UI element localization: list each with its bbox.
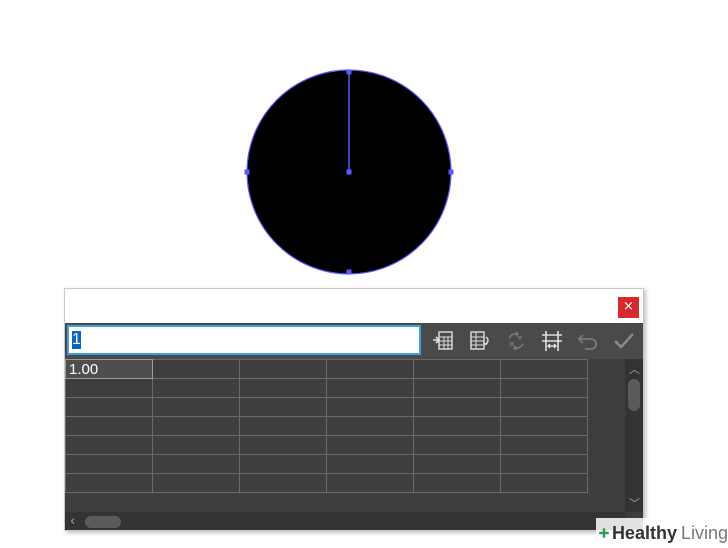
scroll-up-icon[interactable]: ︿ (629, 361, 640, 377)
grid-cell[interactable] (326, 378, 414, 398)
transpose-button[interactable] (466, 327, 494, 355)
table-row (65, 416, 588, 436)
grid-cell[interactable] (500, 397, 588, 417)
grid-cell[interactable] (152, 454, 240, 474)
grid-cell[interactable] (413, 359, 501, 379)
grid-cell[interactable] (500, 473, 588, 493)
grid-cell[interactable] (65, 454, 153, 474)
import-data-button[interactable] (429, 327, 457, 355)
dialog-toolbar (65, 323, 643, 359)
grid-cell[interactable] (413, 435, 501, 455)
table-row: 1.00 (65, 359, 588, 379)
switch-xy-icon (508, 331, 524, 351)
dialog-titlebar[interactable]: × (65, 289, 643, 323)
grid-cell[interactable] (152, 435, 240, 455)
grid-cell[interactable] (413, 454, 501, 474)
apply-button[interactable] (610, 327, 638, 355)
grid-cell[interactable] (239, 473, 327, 493)
grid-cell[interactable] (65, 416, 153, 436)
horizontal-scrollbar[interactable]: ‹ (65, 512, 625, 530)
switch-xy-button[interactable] (502, 327, 530, 355)
table-row (65, 378, 588, 398)
grid-cell[interactable] (500, 454, 588, 474)
grid-cell[interactable] (152, 473, 240, 493)
apply-icon (614, 333, 634, 349)
anchor-point-left[interactable] (244, 169, 250, 175)
grid-cell[interactable] (413, 416, 501, 436)
revert-icon (577, 334, 597, 350)
grid-cell[interactable] (326, 454, 414, 474)
anchor-point-center[interactable] (346, 169, 352, 175)
grid-cell[interactable] (326, 359, 414, 379)
grid-cell[interactable] (500, 435, 588, 455)
vertical-scroll-thumb[interactable] (628, 379, 640, 411)
revert-button[interactable] (574, 327, 602, 355)
anchor-point-bottom[interactable] (346, 269, 352, 275)
grid-cell[interactable] (413, 378, 501, 398)
grid-cell[interactable]: 1.00 (65, 359, 153, 379)
grid-cell[interactable] (500, 359, 588, 379)
grid-cell[interactable] (413, 397, 501, 417)
grid-cell[interactable] (326, 416, 414, 436)
data-table[interactable]: 1.00 (65, 359, 588, 493)
close-button[interactable]: × (618, 297, 639, 318)
cell-value-input[interactable] (67, 325, 421, 355)
anchor-point-right[interactable] (448, 169, 454, 175)
watermark-logo: Healthy Living (596, 518, 728, 548)
watermark-strong-text: Healthy (611, 522, 677, 543)
grid-cell[interactable] (239, 378, 327, 398)
grid-cell[interactable] (152, 416, 240, 436)
grid-cell[interactable] (65, 378, 153, 398)
table-row (65, 454, 588, 474)
cell-style-icon (542, 331, 562, 351)
grid-cell[interactable] (239, 454, 327, 474)
grid-cell[interactable] (500, 416, 588, 436)
grid-cell[interactable] (239, 359, 327, 379)
grid-cell[interactable] (326, 397, 414, 417)
scroll-left-icon[interactable]: ‹ (70, 514, 75, 529)
cell-style-button[interactable] (538, 327, 566, 355)
watermark-light-text: Living (680, 522, 728, 543)
data-grid[interactable]: 1.00 (65, 359, 625, 512)
grid-cell[interactable] (152, 378, 240, 398)
horizontal-scroll-thumb[interactable] (85, 516, 121, 528)
grid-cell[interactable] (239, 435, 327, 455)
grid-cell[interactable] (152, 397, 240, 417)
grid-cell[interactable] (65, 473, 153, 493)
import-data-icon (433, 331, 453, 350)
grid-cell[interactable] (65, 397, 153, 417)
table-row (65, 435, 588, 455)
grid-cell[interactable] (413, 473, 501, 493)
scroll-down-icon[interactable]: ﹀ (629, 495, 640, 511)
grid-cell[interactable] (65, 435, 153, 455)
grid-cell[interactable] (152, 359, 240, 379)
table-row (65, 397, 588, 417)
anchor-point-top[interactable] (346, 69, 352, 75)
grid-cell[interactable] (239, 397, 327, 417)
grid-cell[interactable] (326, 473, 414, 493)
grid-cell[interactable] (239, 416, 327, 436)
vertical-scrollbar[interactable]: ︿ ﹀ (625, 359, 643, 512)
grid-cell[interactable] (500, 378, 588, 398)
grid-cell[interactable] (326, 435, 414, 455)
pie-chart-artwork[interactable] (0, 0, 728, 290)
plus-icon (599, 528, 609, 538)
graph-data-dialog: × 1 1.00 ︿ ﹀ ‹ (64, 288, 644, 531)
transpose-icon (470, 331, 489, 350)
table-row (65, 473, 588, 493)
